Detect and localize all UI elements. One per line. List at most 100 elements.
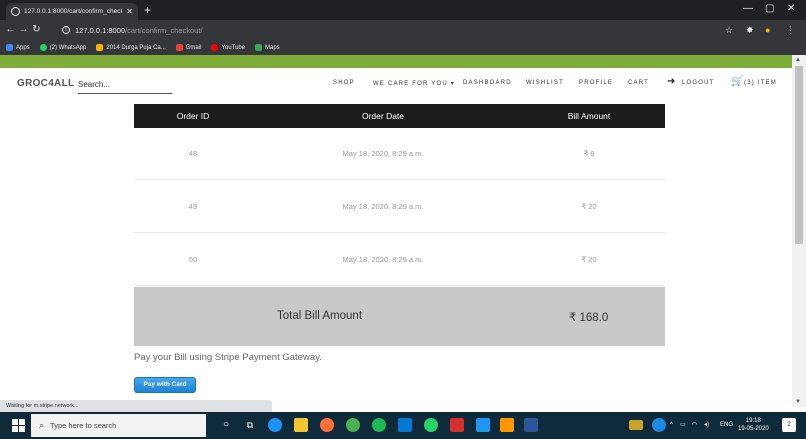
apps-grid-icon	[6, 44, 13, 51]
bookmark-label: (2) WhatsApp	[49, 44, 87, 51]
whatsapp-icon	[39, 44, 47, 51]
taskbar-search-box[interactable]: ⌕ Type here to search	[31, 414, 206, 437]
browser-tab-strip: 127.0.0.1:8000/cart/confirm_check ✕ + — …	[0, 0, 806, 20]
close-window-button[interactable]: ✕	[787, 2, 795, 16]
nav-profile[interactable]: PROFILE	[579, 80, 613, 86]
bookmark-apps[interactable]: Apps	[6, 44, 30, 51]
back-button[interactable]: ←	[4, 20, 17, 40]
nav-we-care-label: WE CARE FOR YOU	[373, 81, 448, 87]
table-row: 48 May 18, 2020, 8:29 a.m. ₹ 8	[134, 128, 665, 180]
bookmark-whatsapp[interactable]: (2) WhatsApp	[39, 44, 87, 51]
maps-icon	[255, 44, 262, 51]
reload-button[interactable]: ↻	[30, 20, 43, 40]
windows-start-icon[interactable]	[12, 419, 25, 432]
orders-table-header: Order ID Order Date Bill Amount	[134, 104, 665, 128]
scrollbar-thumb[interactable]	[795, 66, 803, 244]
nav-shop[interactable]: SHOP	[333, 80, 355, 86]
search-icon: ⌕	[39, 420, 45, 430]
browser-menu-icon[interactable]: ⋮	[786, 20, 795, 40]
minimize-button[interactable]: —	[743, 2, 753, 16]
cart-icon[interactable]: 🛒	[731, 76, 743, 87]
browser-status-bar: Waiting for m.stripe.network...	[0, 400, 272, 412]
gmail-icon	[175, 44, 183, 51]
durga-puja-icon	[96, 44, 104, 51]
pdf-reader-icon[interactable]	[450, 418, 464, 432]
caret-down-icon: ▾	[447, 81, 455, 87]
maximize-button[interactable]: ▢	[765, 2, 774, 16]
notification-count[interactable]: 2	[782, 418, 796, 432]
order-id: 48	[188, 149, 198, 158]
vscode-icon[interactable]	[476, 418, 490, 432]
tray-volume-icon[interactable]: ◂)	[704, 412, 709, 439]
extension-icon[interactable]: ✸	[746, 20, 754, 40]
profile-avatar-icon[interactable]: ●	[765, 20, 770, 40]
bookmark-maps[interactable]: Maps	[255, 44, 280, 51]
url-host: 127.0.0.1:8000	[75, 25, 126, 35]
tray-battery-icon[interactable]: ▭	[680, 412, 686, 439]
store-icon[interactable]	[398, 418, 412, 432]
bookmark-durga-puja[interactable]: 2014 Durga Puja Ca...	[96, 44, 166, 51]
bookmarks-bar: Apps (2) WhatsApp 2014 Durga Puja Ca... …	[0, 40, 806, 55]
nav-dashboard[interactable]: DASHBOARD	[463, 80, 512, 86]
address-bar[interactable]: i 127.0.0.1:8000 /cart/confirm_checkout/	[58, 22, 718, 38]
url-path: /cart/confirm_checkout/	[125, 25, 203, 35]
order-date: May 18, 2020, 8:29 a.m.	[342, 149, 424, 158]
bill-amount: ₹ 8	[583, 149, 595, 158]
firefox-icon[interactable]	[320, 418, 334, 432]
nav-cart[interactable]: CART	[628, 80, 649, 86]
tray-language[interactable]: ENG	[720, 412, 733, 439]
taskbar-clock[interactable]: 19:18 19-05-2020	[738, 417, 769, 433]
bookmark-youtube[interactable]: YouTube	[211, 44, 245, 51]
scroll-up-arrow-icon[interactable]: ▲	[795, 57, 801, 63]
bill-amount: ₹ 20	[581, 255, 597, 264]
vlc-icon[interactable]	[500, 418, 514, 432]
search-input[interactable]	[78, 76, 172, 94]
nav-we-care-for-you[interactable]: WE CARE FOR YOU ▾	[373, 80, 455, 87]
whatsapp-taskbar-icon[interactable]	[424, 418, 438, 432]
chrome-icon[interactable]	[346, 418, 360, 432]
forward-button[interactable]: →	[17, 20, 30, 40]
nav-cart-items[interactable]: (3) ITEM	[744, 80, 777, 86]
windows-taskbar: ⌕ Type here to search ○ ⧉ ^ ▭ ◠ ◂) ENG 1…	[0, 412, 806, 439]
task-view-icon[interactable]: ⧉	[243, 418, 257, 432]
table-row: 49 May 18, 2020, 8:29 a.m. ₹ 20	[134, 181, 665, 233]
spotify-icon[interactable]	[372, 418, 386, 432]
keyboard-icon[interactable]	[629, 420, 643, 430]
header-order-id: Order ID	[176, 111, 210, 121]
bookmark-gmail[interactable]: Gmail	[175, 44, 202, 51]
bill-amount: ₹ 20	[581, 202, 597, 211]
youtube-icon	[211, 44, 219, 51]
order-id: 49	[188, 202, 198, 211]
bookmark-label: Gmail	[185, 44, 202, 51]
word-icon[interactable]	[524, 418, 538, 432]
file-explorer-icon[interactable]	[294, 418, 308, 432]
payment-instruction: Pay your Bill using Stripe Payment Gatew…	[134, 352, 322, 363]
tab-title: 127.0.0.1:8000/cart/confirm_check	[24, 8, 123, 15]
tray-chevron-icon[interactable]: ^	[670, 412, 673, 439]
browser-tab[interactable]: 127.0.0.1:8000/cart/confirm_check ✕	[6, 3, 138, 20]
total-bill-value: ₹ 168.0	[569, 312, 609, 324]
table-row: 50 May 18, 2020, 8:29 a.m. ₹ 20	[134, 234, 665, 286]
new-tab-button[interactable]: +	[144, 3, 151, 17]
bookmark-label: Maps	[265, 44, 280, 51]
close-tab-icon[interactable]: ✕	[126, 7, 133, 16]
taskbar-search-placeholder: Type here to search	[50, 421, 117, 430]
top-accent-bar	[0, 55, 792, 68]
bookmark-label: YouTube	[221, 44, 245, 51]
nav-logout[interactable]: LOGOUT	[682, 80, 715, 86]
cortana-icon[interactable]: ○	[219, 418, 233, 432]
edge-browser-icon[interactable]	[268, 418, 282, 432]
info-icon[interactable]: i	[62, 26, 70, 34]
scroll-down-arrow-icon[interactable]: ▼	[795, 399, 801, 405]
bookmark-label: Apps	[16, 44, 30, 51]
bookmark-star-icon[interactable]: ☆	[725, 20, 733, 40]
nav-wishlist[interactable]: WISHLIST	[526, 80, 564, 86]
clock-date: 19-05-2020	[738, 426, 769, 432]
order-date: May 18, 2020, 8:29 a.m.	[342, 202, 424, 211]
logout-icon[interactable]: ➜	[667, 76, 675, 87]
help-icon[interactable]	[652, 418, 666, 432]
tray-wifi-icon[interactable]: ◠	[692, 412, 697, 439]
site-logo[interactable]: GROC4ALL	[17, 78, 74, 89]
pay-with-card-button[interactable]: Pay with Card	[134, 377, 196, 393]
globe-icon	[11, 7, 20, 16]
